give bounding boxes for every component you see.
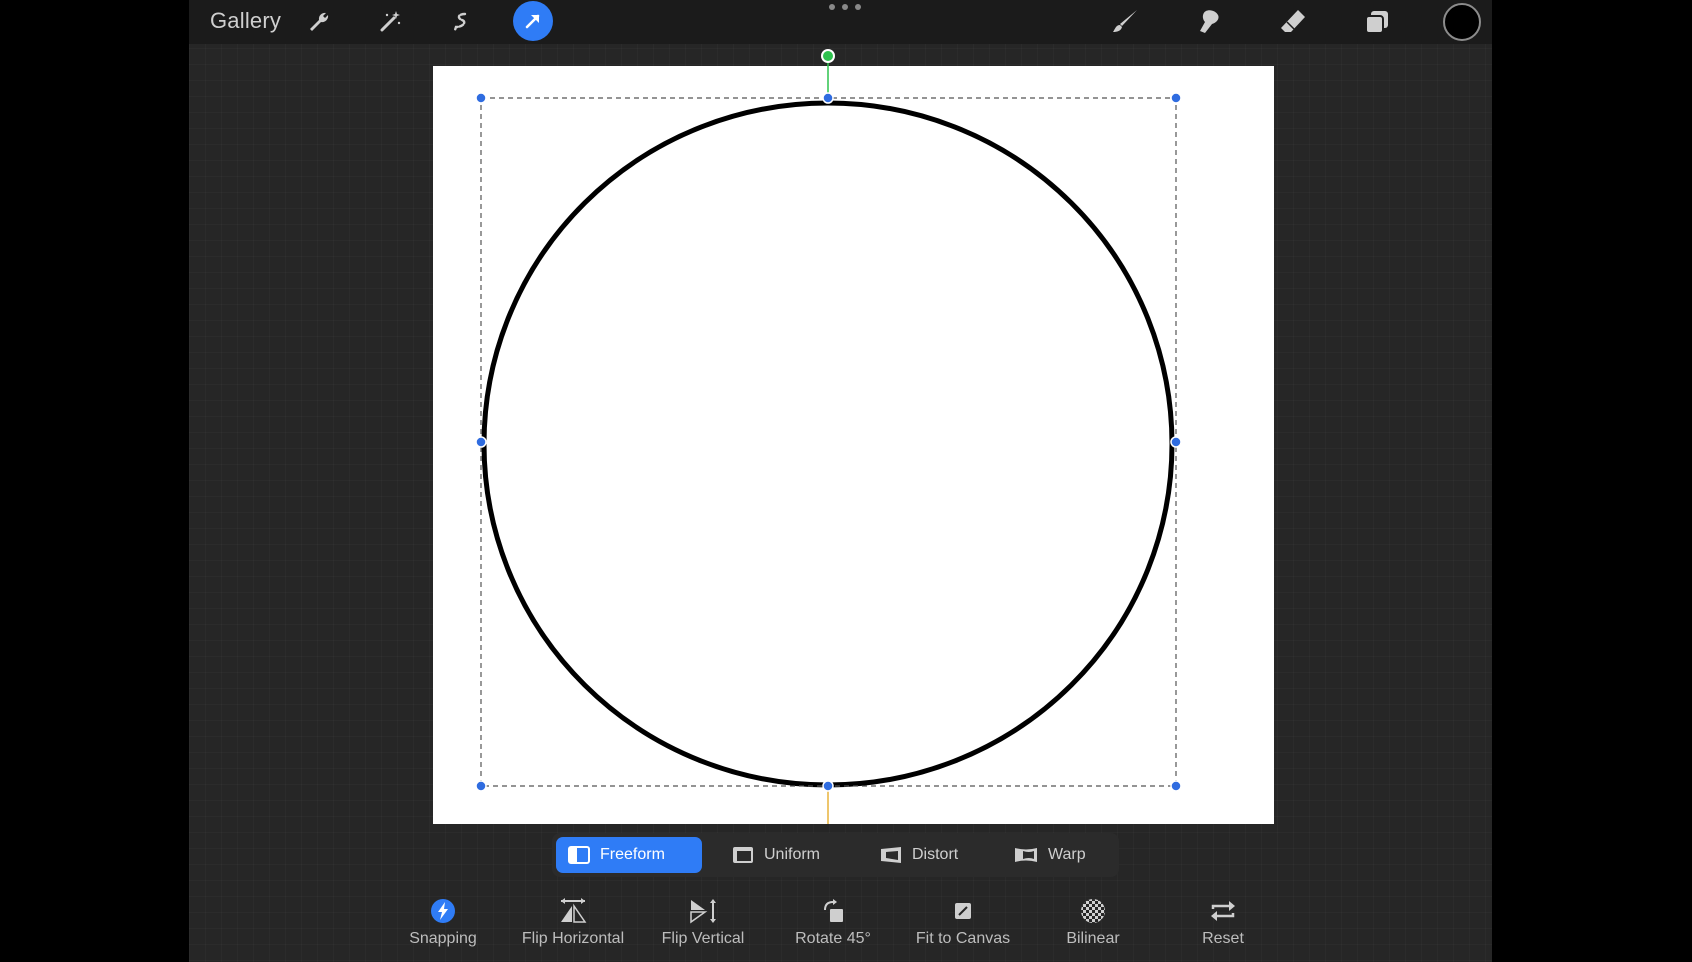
warp-mode-button[interactable]: Warp	[1002, 837, 1098, 873]
transform-arrow-icon[interactable]	[513, 1, 553, 41]
handle-middle-right[interactable]	[1170, 436, 1182, 448]
drawing-canvas[interactable]	[433, 66, 1274, 824]
rotate-icon	[824, 899, 843, 922]
flip-vertical-label: Flip Vertical	[661, 930, 745, 947]
rotate-45-label: Rotate 45°	[795, 930, 871, 947]
distort-label: Distort	[912, 846, 959, 863]
reset-label: Reset	[1202, 930, 1244, 947]
eraser-icon[interactable]	[1275, 4, 1311, 40]
freeform-icon	[568, 846, 590, 864]
handle-bottom-center[interactable]	[822, 780, 834, 792]
fit-to-canvas-label: Fit to Canvas	[915, 930, 1011, 947]
handle-bottom-left[interactable]	[475, 780, 487, 792]
snapping-button[interactable]: Snapping	[378, 898, 508, 948]
bilinear-button[interactable]: Bilinear	[1028, 898, 1158, 948]
color-picker-swatch[interactable]	[1443, 3, 1481, 41]
selection-icon[interactable]	[443, 4, 479, 40]
uniform-icon	[733, 847, 753, 863]
snapping-label: Snapping	[409, 930, 477, 947]
flip-horizontal-button[interactable]: Flip Horizontal	[508, 898, 638, 948]
warp-label: Warp	[1048, 846, 1086, 863]
reset-button[interactable]: Reset	[1158, 898, 1288, 948]
reset-icon	[1211, 901, 1235, 921]
rotate-handle[interactable]	[821, 49, 835, 63]
more-options-icon[interactable]	[829, 2, 861, 12]
fit-canvas-icon	[955, 903, 971, 919]
rotate-45-button[interactable]: Rotate 45°	[768, 898, 898, 948]
flip-vertical-icon	[690, 899, 716, 924]
flip-horizontal-icon	[561, 898, 587, 923]
flip-vertical-button[interactable]: Flip Vertical	[638, 898, 768, 948]
handle-bottom-right[interactable]	[1170, 780, 1182, 792]
bilinear-icon	[1081, 899, 1105, 923]
fit-to-canvas-button[interactable]: Fit to Canvas	[898, 898, 1028, 948]
handle-middle-left[interactable]	[475, 436, 487, 448]
gallery-button[interactable]: Gallery	[210, 8, 281, 34]
distort-mode-button[interactable]: Distort	[868, 837, 970, 873]
brush-icon[interactable]	[1107, 4, 1143, 40]
bilinear-label: Bilinear	[1066, 930, 1120, 947]
magic-wand-icon[interactable]	[372, 4, 408, 40]
smudge-icon[interactable]	[1191, 4, 1227, 40]
handle-top-right[interactable]	[1170, 92, 1182, 104]
snapping-icon	[431, 899, 455, 923]
layers-icon[interactable]	[1359, 4, 1395, 40]
uniform-mode-button[interactable]: Uniform	[720, 837, 832, 873]
transform-mode-bar: Freeform Uniform Distort Warp	[552, 833, 1119, 877]
uniform-label: Uniform	[764, 846, 821, 863]
warp-icon	[1015, 848, 1037, 862]
handle-top-left[interactable]	[475, 92, 487, 104]
wrench-icon[interactable]	[301, 4, 337, 40]
distort-icon	[881, 847, 901, 863]
freeform-label: Freeform	[600, 846, 665, 863]
handle-top-center[interactable]	[822, 92, 834, 104]
procreate-app: Gallery Freeform Uniform Distort Warp Sn…	[189, 0, 1492, 962]
top-toolbar: Gallery	[189, 0, 1492, 44]
freeform-mode-button[interactable]: Freeform	[556, 837, 702, 873]
flip-horizontal-label: Flip Horizontal	[521, 930, 625, 947]
